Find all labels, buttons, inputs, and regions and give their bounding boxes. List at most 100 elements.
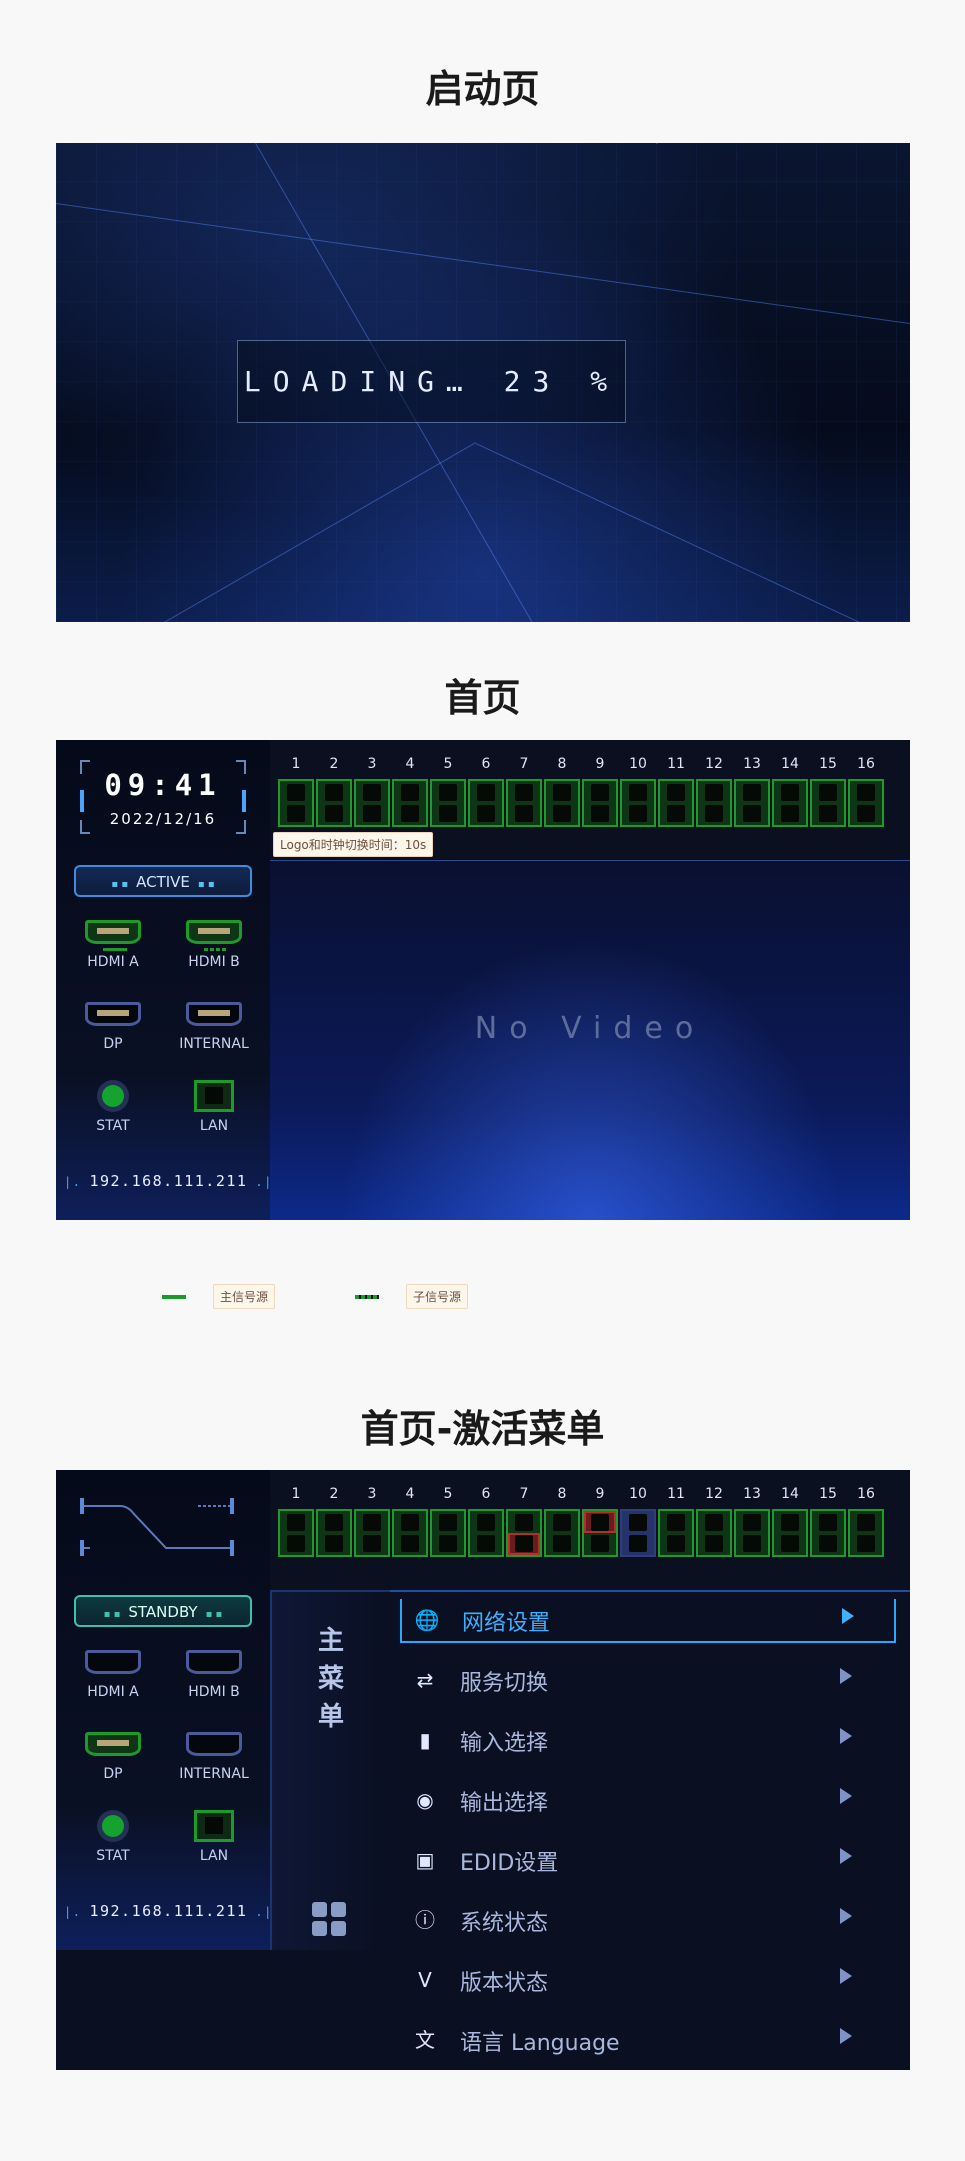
menu-item-label: 网络设置 bbox=[462, 1611, 551, 1636]
port-16-icon[interactable] bbox=[848, 1509, 884, 1557]
info-icon: ⓘ bbox=[415, 1908, 435, 1932]
port-5-icon[interactable] bbox=[430, 779, 466, 827]
status-badge: ▪ ▪ STANDBY ▪ ▪ bbox=[74, 1595, 252, 1627]
port-6-icon[interactable] bbox=[468, 1509, 504, 1557]
hdmi-port-icon bbox=[186, 920, 242, 951]
port-11-icon[interactable] bbox=[658, 779, 694, 827]
menu-item[interactable]: V 版本状态 bbox=[400, 1959, 896, 1999]
io-lan: LAN bbox=[164, 1810, 264, 1864]
home-menu-screen: ▪ ▪ STANDBY ▪ ▪ HDMI A HDMI B DP INTERNAL STAT… bbox=[56, 1470, 910, 2070]
port-number: 9 bbox=[595, 756, 605, 772]
cable-diagram-icon bbox=[80, 1498, 234, 1556]
port-2-icon[interactable] bbox=[316, 1509, 352, 1557]
port-2-icon[interactable] bbox=[316, 779, 352, 827]
ip-address: |. 192.168.111.211 .| bbox=[64, 1172, 273, 1190]
port-3-icon[interactable] bbox=[354, 779, 390, 827]
port-13-icon[interactable] bbox=[734, 1509, 770, 1557]
language-icon: 文 bbox=[415, 2028, 435, 2052]
port-number: 11 bbox=[667, 1486, 685, 1502]
io-dp: DP bbox=[63, 1732, 163, 1782]
port-14-icon[interactable] bbox=[772, 779, 808, 827]
port-9-icon[interactable] bbox=[582, 1509, 618, 1557]
port-9-icon[interactable] bbox=[582, 779, 618, 827]
io-hdmi-b: HDMI B bbox=[164, 920, 264, 970]
port-number: 5 bbox=[443, 756, 453, 772]
port-15-icon[interactable] bbox=[810, 1509, 846, 1557]
grid-menu-icon[interactable] bbox=[312, 1902, 346, 1936]
port-10-icon[interactable] bbox=[620, 1509, 656, 1557]
port-1-icon[interactable] bbox=[278, 779, 314, 827]
menu-item[interactable]: ◉ 输出选择 bbox=[400, 1779, 896, 1819]
version-bookmark-icon: V bbox=[418, 1968, 432, 1992]
port-12-icon[interactable] bbox=[696, 779, 732, 827]
port-15-icon[interactable] bbox=[810, 779, 846, 827]
main-menu-title: 主菜单 bbox=[317, 1626, 344, 1732]
video-area: No Video bbox=[270, 860, 910, 1220]
chevron-right-icon bbox=[842, 1608, 854, 1624]
loading-box: LOADING… 23 % bbox=[237, 340, 626, 423]
port-7-icon[interactable] bbox=[506, 1509, 542, 1557]
chevron-right-icon bbox=[840, 1848, 852, 1864]
port-3-icon[interactable] bbox=[354, 1509, 390, 1557]
port-number: 8 bbox=[557, 756, 567, 772]
chevron-right-icon bbox=[840, 1668, 852, 1684]
port-8-icon[interactable] bbox=[544, 779, 580, 827]
menu-item[interactable]: ▮ 输入选择 bbox=[400, 1719, 896, 1759]
ip-address: |. 192.168.111.211 .| bbox=[64, 1902, 273, 1920]
port-6-icon[interactable] bbox=[468, 779, 504, 827]
port-1-icon[interactable] bbox=[278, 1509, 314, 1557]
io-label: HDMI B bbox=[188, 1684, 240, 1700]
chevron-right-icon bbox=[840, 1728, 852, 1744]
port-5-icon[interactable] bbox=[430, 1509, 466, 1557]
port-number: 16 bbox=[857, 1486, 875, 1502]
section-title-home: 首页 bbox=[444, 676, 521, 720]
menu-item[interactable]: 文 语言 Language bbox=[400, 2019, 896, 2059]
port-number: 2 bbox=[329, 1486, 339, 1502]
status-sidebar: 09:41 2022/12/16 ▪ ▪ ACTIVE ▪ ▪ HDMI A HDMI… bbox=[56, 740, 273, 1220]
switch-icon: ⇄ bbox=[416, 1668, 434, 1692]
chevron-right-icon bbox=[840, 2028, 852, 2044]
port-number: 9 bbox=[595, 1486, 605, 1502]
port-7-icon[interactable] bbox=[506, 779, 542, 827]
port-12-icon[interactable] bbox=[696, 1509, 732, 1557]
port-number: 10 bbox=[629, 1486, 647, 1502]
port-number: 13 bbox=[743, 1486, 761, 1502]
io-label: DP bbox=[103, 1766, 123, 1782]
broadcast-icon: ◉ bbox=[416, 1788, 434, 1812]
no-video-text: No Video bbox=[474, 1011, 706, 1046]
port-11-icon[interactable] bbox=[658, 1509, 694, 1557]
legend-main-label: 主信号源 bbox=[213, 1284, 276, 1309]
port-10-icon[interactable] bbox=[620, 779, 656, 827]
port-13-icon[interactable] bbox=[734, 779, 770, 827]
port-number: 6 bbox=[481, 1486, 491, 1502]
io-label: HDMI A bbox=[87, 954, 139, 970]
menu-item[interactable]: ⓘ 系统状态 bbox=[400, 1899, 896, 1939]
menu-item[interactable]: ⇄ 服务切换 bbox=[400, 1659, 896, 1699]
io-hdmi-b: HDMI B bbox=[164, 1650, 264, 1700]
port-4-icon[interactable] bbox=[392, 779, 428, 827]
menu-item[interactable]: 🌐 网络设置 bbox=[400, 1599, 896, 1643]
port-number: 16 bbox=[857, 756, 875, 772]
port-number: 14 bbox=[781, 1486, 799, 1502]
status-led-icon bbox=[97, 1080, 129, 1112]
menu-item[interactable]: ▣ EDID设置 bbox=[400, 1839, 896, 1879]
port-number: 4 bbox=[405, 1486, 415, 1502]
io-label: INTERNAL bbox=[179, 1766, 249, 1782]
tooltip-logo-clock: Logo和时钟切换时间：10s bbox=[273, 832, 434, 857]
port-14-icon[interactable] bbox=[772, 1509, 808, 1557]
port-bar: 1 2 3 4 5 6 7 8 9 10 11 12 13 14 15 16 bbox=[270, 1470, 910, 1590]
section-title-startup: 启动页 bbox=[425, 67, 540, 111]
menu-item-label: 系统状态 bbox=[460, 1911, 549, 1936]
io-hdmi-a: HDMI A bbox=[63, 920, 163, 970]
port-4-icon[interactable] bbox=[392, 1509, 428, 1557]
port-16-icon[interactable] bbox=[848, 779, 884, 827]
port-number: 6 bbox=[481, 756, 491, 772]
io-hdmi-a: HDMI A bbox=[63, 1650, 163, 1700]
clock-time: 09:41 bbox=[104, 768, 222, 802]
io-internal: INTERNAL bbox=[164, 1002, 264, 1052]
port-8-icon[interactable] bbox=[544, 1509, 580, 1557]
port-number: 15 bbox=[819, 756, 837, 772]
port-number: 10 bbox=[629, 756, 647, 772]
legend-sub-label: 子信号源 bbox=[406, 1284, 469, 1309]
chevron-right-icon bbox=[840, 1908, 852, 1924]
